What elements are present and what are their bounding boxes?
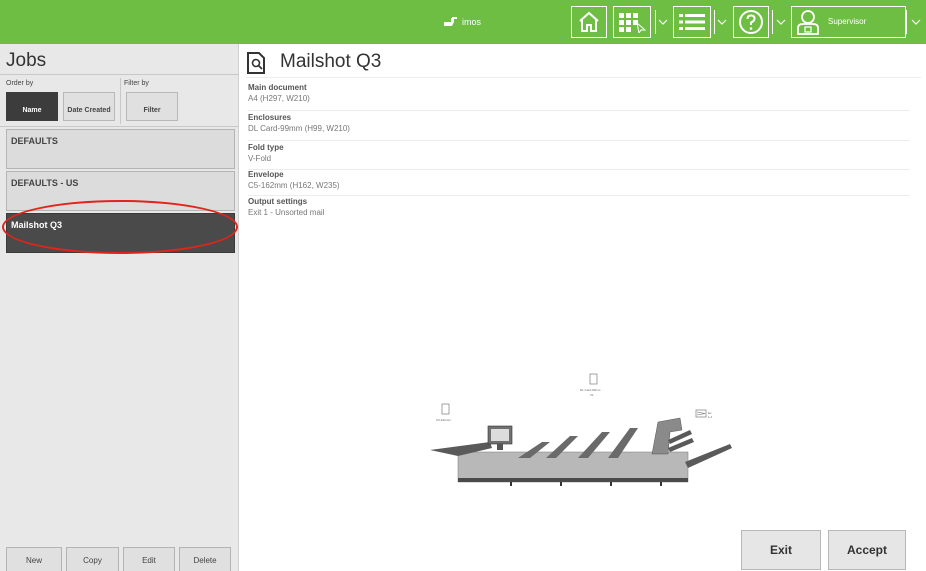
brand-logo: imos [442, 14, 481, 30]
chevron-down-icon [717, 19, 727, 25]
home-button[interactable] [571, 6, 607, 38]
job-title: Mailshot Q3 [280, 51, 382, 72]
section-value: DL Card-99mm (H99, W210) [248, 124, 350, 133]
imos-logo-icon [444, 17, 457, 26]
chevron-down-icon [658, 19, 668, 25]
enclosure-mini-label: DL Card-99mm [580, 388, 601, 392]
separator [714, 10, 715, 34]
exit-button[interactable]: Exit [741, 530, 821, 570]
section-value: Exit 1 - Unsorted mail [248, 208, 325, 217]
home-icon [579, 11, 599, 32]
output-mini-sub: 1-1 [708, 415, 713, 419]
fold-type-section[interactable]: Fold type V-Fold [248, 143, 910, 170]
enclosure-mini-sub: V1 [590, 393, 594, 397]
section-label: Main document [248, 83, 307, 92]
edit-job-button[interactable]: Edit [123, 547, 175, 571]
filter-by-label: Filter by [124, 80, 149, 87]
divider [246, 77, 921, 78]
job-grid-icon [619, 13, 647, 33]
section-label: Fold type [248, 143, 284, 152]
help-icon [739, 10, 763, 34]
menu-dropdown-button[interactable] [716, 15, 728, 29]
chevron-down-icon [776, 19, 786, 25]
separator [655, 10, 656, 34]
job-document-icon [247, 52, 265, 74]
main-document-section[interactable]: Main document A4 (H297, W210) [248, 83, 910, 111]
menu-icon [679, 14, 705, 30]
filter-button[interactable]: Filter [126, 92, 178, 121]
separator [906, 10, 907, 34]
inserter-machine-illustration: C5-162mm DL Card-99mm V1 Ex 1-1 [430, 370, 740, 490]
enclosures-section[interactable]: Enclosures DL Card-99mm (H99, W210) [248, 113, 910, 141]
job-item-defaults[interactable]: DEFAULTS [6, 129, 235, 169]
help-dropdown-button[interactable] [775, 15, 787, 29]
job-setup-button[interactable] [613, 6, 651, 38]
jobs-title: Jobs [6, 50, 47, 71]
envelope-section[interactable]: Envelope C5-162mm (H162, W235) [248, 170, 910, 196]
divider [120, 78, 121, 124]
sort-name-button[interactable]: Name [6, 92, 58, 121]
jobs-panel: Jobs Order by Filter by Name Date Create… [0, 44, 239, 571]
help-button[interactable] [733, 6, 769, 38]
section-value: V-Fold [248, 154, 272, 163]
job-dropdown-button[interactable] [657, 15, 669, 29]
new-job-button[interactable]: New [6, 547, 62, 571]
accept-button[interactable]: Accept [828, 530, 906, 570]
chevron-down-icon [911, 19, 921, 25]
envelope-mini-label: C5-162mm [436, 418, 451, 422]
divider [0, 126, 239, 127]
copy-job-button[interactable]: Copy [66, 547, 119, 571]
sort-date-created-button[interactable]: Date Created [63, 92, 115, 121]
section-label: Enclosures [248, 113, 292, 122]
top-bar: imos Supervisor [0, 0, 926, 44]
user-icon [797, 10, 819, 35]
section-label: Output settings [248, 197, 308, 206]
brand-name: imos [462, 17, 482, 27]
user-dropdown-button[interactable] [910, 15, 922, 29]
job-item-mailshot-q3[interactable]: Mailshot Q3 [6, 213, 235, 253]
order-by-label: Order by [6, 80, 34, 87]
divider [0, 74, 239, 75]
job-item-defaults-us[interactable]: DEFAULTS - US [6, 171, 235, 211]
user-name: Supervisor [828, 17, 867, 26]
menu-button[interactable] [673, 6, 711, 38]
section-value: C5-162mm (H162, W235) [248, 181, 340, 190]
separator [772, 10, 773, 34]
delete-job-button[interactable]: Delete [179, 547, 231, 571]
section-label: Envelope [248, 170, 284, 179]
output-settings-section[interactable]: Output settings Exit 1 - Unsorted mail [248, 197, 910, 223]
section-value: A4 (H297, W210) [248, 94, 310, 103]
